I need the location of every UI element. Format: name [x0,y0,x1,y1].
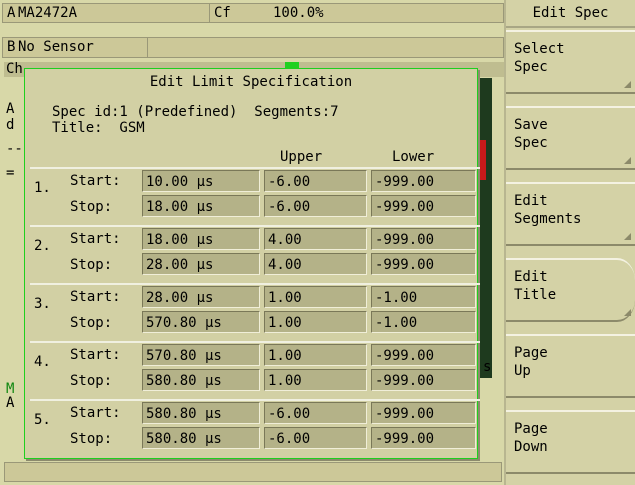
segment-row: 5. Start: Stop: 580.80 µs -6.00 -999.00 580.80… [30,399,480,457]
stop-upper-field[interactable]: 4.00 [264,253,367,275]
softkey-label: Select [514,41,565,57]
save-spec-button[interactable]: Save Spec [506,106,635,170]
sensor-b-status-bar: B No Sensor [2,37,504,58]
start-upper-field[interactable]: 4.00 [264,228,367,250]
stop-label: Stop: [70,199,113,215]
stop-time-field[interactable]: 580.80 µs [142,427,260,449]
cf-label: Cf [209,4,269,22]
edit-title-button[interactable]: Edit Title [506,258,635,322]
stop-label: Stop: [70,257,113,273]
segment-row: 2. Start: Stop: 18.00 µs 4.00 -999.00 28.00 µs… [30,225,480,283]
softkey-label: Page [514,345,548,361]
stop-upper-field[interactable]: 1.00 [264,369,367,391]
start-label: Start: [70,405,121,421]
menu-title: Edit Spec [506,0,635,28]
stop-lower-field[interactable]: -999.00 [371,195,476,217]
start-lower-field[interactable]: -999.00 [371,228,476,250]
start-lower-field[interactable]: -1.00 [371,286,476,308]
cf-value: 100.0% [273,5,324,21]
softkey-label: Edit [514,193,548,209]
start-time-field[interactable]: 580.80 µs [142,402,260,424]
select-spec-button[interactable]: Select Spec [506,30,635,94]
segment-number: 5. [34,412,51,428]
bg-letter-s: s [483,359,492,375]
page-up-button[interactable]: Page Up [506,334,635,398]
start-lower-field[interactable]: -999.00 [371,170,476,192]
segment-number: 3. [34,296,51,312]
sensor-a-status-bar: A MA2472A Cf 100.0% [2,3,504,23]
bg-eq: = [6,165,15,181]
softkey-label: Page [514,421,548,437]
segment-number: 1. [34,180,51,196]
softkey-panel: Edit Spec Select Spec Save Spec Edit Seg… [506,0,635,485]
start-time-field[interactable]: 10.00 µs [142,170,260,192]
bg-dashes: -- [6,141,23,157]
stop-upper-field[interactable]: -6.00 [264,195,367,217]
softkey-label: Segments [514,211,582,227]
corner-triangle-icon [624,157,631,164]
stop-upper-field[interactable]: -6.00 [264,427,367,449]
bg-letter-d: d [6,117,15,133]
start-label: Start: [70,231,121,247]
sensor-b-tag: B [7,39,16,55]
start-upper-field[interactable]: 1.00 [264,344,367,366]
lower-column-header: Lower [392,149,435,165]
start-time-field[interactable]: 18.00 µs [142,228,260,250]
stop-label: Stop: [70,373,113,389]
sensor-a-cell: A MA2472A [3,4,143,22]
stop-upper-field[interactable]: 1.00 [264,311,367,333]
start-lower-field[interactable]: -999.00 [371,402,476,424]
stop-time-field[interactable]: 18.00 µs [142,195,260,217]
softkey-label: Save [514,117,548,133]
bottom-status-bar [4,462,502,482]
start-upper-field[interactable]: -6.00 [264,170,367,192]
trace-marker [480,140,486,180]
stop-lower-field[interactable]: -999.00 [371,369,476,391]
segment-row: 3. Start: Stop: 28.00 µs 1.00 -1.00 570.80 µs 1… [30,283,480,341]
spec-id-line: Spec id:1 (Predefined) Segments:7 [52,104,339,120]
stop-lower-field[interactable]: -1.00 [371,311,476,333]
edit-limit-spec-dialog: Edit Limit Specification Spec id:1 (Pred… [24,68,480,459]
stop-time-field[interactable]: 28.00 µs [142,253,260,275]
sensor-a-tag: A [7,5,16,21]
corner-triangle-icon [624,81,631,88]
stop-label: Stop: [70,315,113,331]
stop-label: Stop: [70,431,113,447]
softkey-label: Up [514,363,531,379]
start-upper-field[interactable]: 1.00 [264,286,367,308]
start-lower-field[interactable]: -999.00 [371,344,476,366]
bg-letter-a2: A [6,395,15,411]
bg-letter-a: A [6,101,15,117]
page-down-button[interactable]: Page Down [506,410,635,474]
sensor-b-cell: B No Sensor [3,38,148,57]
corner-triangle-icon [624,309,631,316]
softkey-label: Spec [514,135,548,151]
channel-label: Ch [6,61,23,77]
segment-row: 4. Start: Stop: 570.80 µs 1.00 -999.00 580.80 … [30,341,480,399]
start-label: Start: [70,173,121,189]
stop-time-field[interactable]: 580.80 µs [142,369,260,391]
segment-row: 1. Start: Stop: 10.00 µs -6.00 -999.00 18.00 µ… [30,167,480,225]
start-upper-field[interactable]: -6.00 [264,402,367,424]
start-time-field[interactable]: 570.80 µs [142,344,260,366]
stop-lower-field[interactable]: -999.00 [371,427,476,449]
stop-time-field[interactable]: 570.80 µs [142,311,260,333]
segment-number: 2. [34,238,51,254]
dialog-title: Edit Limit Specification [149,74,353,90]
spec-title-line: Title: GSM [52,120,145,136]
start-label: Start: [70,289,121,305]
softkey-label: Down [514,439,548,455]
upper-column-header: Upper [280,149,323,165]
start-time-field[interactable]: 28.00 µs [142,286,260,308]
sensor-b-name: No Sensor [18,39,94,55]
corner-triangle-icon [624,233,631,240]
segment-number: 4. [34,354,51,370]
start-label: Start: [70,347,121,363]
edit-segments-button[interactable]: Edit Segments [506,182,635,246]
softkey-label: Edit [514,269,548,285]
stop-lower-field[interactable]: -999.00 [371,253,476,275]
softkey-label: Title [514,287,557,303]
softkey-label: Spec [514,59,548,75]
sensor-a-model: MA2472A [18,5,78,21]
